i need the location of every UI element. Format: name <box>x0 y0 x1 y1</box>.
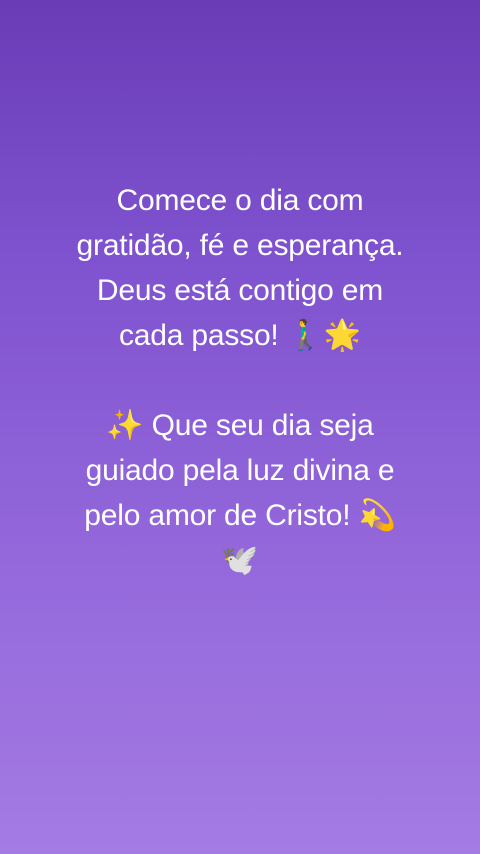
message-line: pelo amor de Cristo! 💫 <box>84 499 396 532</box>
message-line: cada passo! 🚶‍♂️🌟 <box>118 319 362 352</box>
message-line: Deus está contigo em <box>96 274 384 307</box>
post-message: Comece o dia com gratidão, fé e esperanç… <box>0 178 480 583</box>
message-line: ✨ Que seu dia seja <box>106 409 374 442</box>
story-screen: Comece o dia com gratidão, fé e esperanç… <box>0 0 480 854</box>
message-line: guiado pela luz divina e <box>85 454 395 487</box>
message-line: gratidão, fé e esperança. <box>76 229 404 262</box>
dove-icon: 🕊️ <box>221 543 259 578</box>
message-line: Comece o dia com <box>116 184 364 217</box>
